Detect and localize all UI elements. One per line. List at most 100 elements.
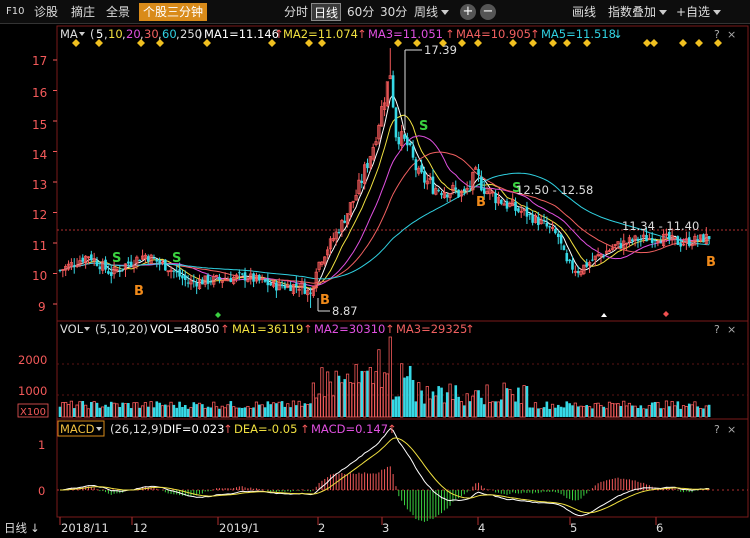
close-icon[interactable]: × (727, 323, 736, 336)
volume-bar (624, 405, 629, 418)
stock-chart[interactable]: S SSSBBBB MA ( 5 , 10 , 20 , 30 , 60 , 25… (0, 0, 750, 538)
vol-ma2-value: MA2=30310 (314, 322, 385, 336)
volume-bar (186, 408, 190, 417)
candle-body (687, 237, 691, 246)
sell-signal: S (172, 251, 181, 266)
candle-body (650, 238, 654, 243)
volume-bar (494, 401, 497, 417)
volume-bar (357, 382, 361, 418)
volume-bar (548, 408, 552, 417)
volume-bar (676, 401, 680, 417)
candle-body (462, 188, 466, 191)
up-arrow-icon: ↑ (445, 27, 455, 41)
settings-icon[interactable]: ? (714, 28, 720, 41)
settings-icon[interactable]: ? (714, 323, 720, 336)
volume-bar (345, 373, 350, 418)
candle-body (280, 284, 284, 287)
volume-bar (556, 404, 560, 417)
candle-body (95, 260, 99, 266)
volume-bar (374, 371, 378, 418)
dea-value: DEA=-0.05 (234, 422, 297, 436)
chevron-down-icon[interactable] (96, 427, 102, 431)
volume-bar (403, 377, 406, 417)
candle-body (576, 271, 580, 274)
candle-body (645, 235, 648, 242)
ma-param-3: 20 (126, 27, 141, 41)
volume-bar (275, 403, 278, 417)
range-label-1: 12.50 - 12.58 (516, 183, 593, 197)
price-tick: 12 (32, 208, 47, 222)
volume-bar (189, 407, 193, 418)
buy-signal: B (476, 195, 486, 210)
chevron-down-icon[interactable] (79, 32, 85, 36)
buy-signal: B (320, 293, 330, 308)
ma5-value: MA5=11.518 (541, 27, 616, 41)
volume-bar (653, 401, 657, 417)
close-icon[interactable]: × (727, 423, 736, 436)
volume-bar (496, 401, 501, 418)
volume-bar (622, 400, 626, 418)
volume-bar (209, 407, 213, 417)
price-tick: 17 (32, 54, 47, 68)
candle-body (201, 279, 204, 285)
vol-legend-name[interactable]: VOL (60, 322, 84, 336)
candle-body (696, 239, 700, 241)
volume-bar (687, 403, 691, 417)
close-icon[interactable]: × (727, 28, 736, 41)
ma-legend-name[interactable]: MA (60, 27, 78, 41)
volume-bar (206, 406, 210, 417)
volume-bar (684, 406, 688, 418)
volume-bar (610, 402, 614, 418)
volume-bar (61, 402, 65, 418)
chevron-down-icon[interactable] (84, 327, 90, 331)
volume-bar (218, 408, 221, 417)
volume-bar (616, 403, 620, 418)
volume-bar (514, 401, 517, 417)
volume-bar (81, 400, 85, 417)
candle-body (408, 142, 412, 146)
volume-bar (295, 405, 298, 417)
volume-bar (229, 401, 233, 417)
volume-bar (605, 408, 609, 418)
volume-bar (693, 401, 697, 418)
vol-tick: 1000 (18, 384, 47, 398)
volume-bar (420, 390, 423, 417)
ma2-value: MA2=11.074 (283, 27, 358, 41)
volume-bar (619, 406, 623, 417)
vol-ma1-value: MA1=36119 (232, 322, 303, 336)
volume-bar (474, 390, 478, 418)
up-arrow-icon: ↑ (465, 322, 475, 336)
volume-bar (414, 401, 418, 417)
candle-body (636, 238, 640, 242)
volume-bar (232, 406, 236, 418)
candle-body (537, 216, 540, 226)
period-label[interactable]: 日线 (4, 521, 27, 535)
settings-icon[interactable]: ? (714, 423, 720, 436)
volume-bar (195, 404, 198, 417)
candle-body (275, 282, 278, 291)
volume-bar (488, 402, 492, 418)
up-arrow-icon: ↑ (303, 322, 313, 336)
volume-bar (437, 386, 440, 417)
sell-signal: S (419, 119, 428, 134)
candle-body (192, 281, 196, 283)
volume-bar (303, 403, 307, 417)
candle-body (295, 283, 298, 287)
volume-bar (328, 381, 333, 418)
candle-body (482, 188, 486, 194)
price-axis: 17 16 15 14 13 12 11 10 9 (32, 54, 47, 314)
volume-bar (129, 408, 133, 417)
candle-body (183, 275, 187, 280)
volume-bar (149, 401, 153, 418)
candle-body (565, 253, 569, 262)
date-label: 12 (133, 521, 148, 535)
volume-bar (354, 363, 358, 418)
candle-body (206, 274, 210, 284)
volume-bar (223, 407, 227, 418)
down-arrow-icon (601, 313, 607, 317)
volume-bar (445, 392, 449, 417)
volume-bar (607, 401, 612, 418)
date-label: 4 (478, 521, 485, 535)
volume-bar (143, 402, 148, 418)
volume-bar (132, 402, 136, 418)
